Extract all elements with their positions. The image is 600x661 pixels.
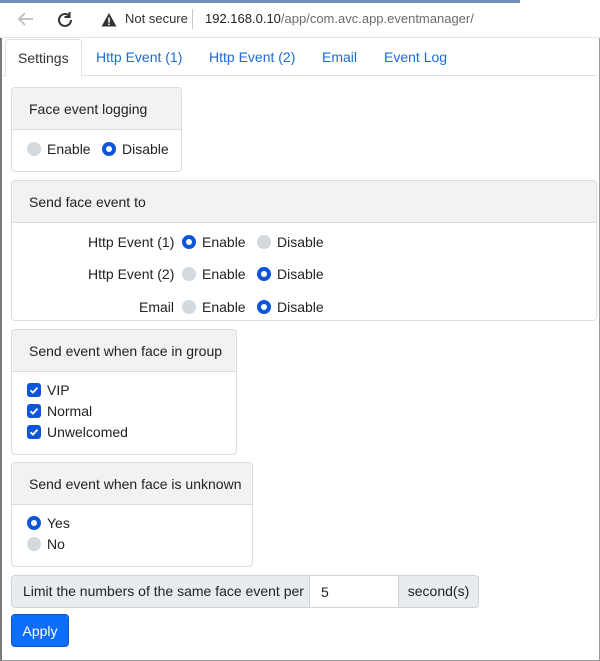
send-to-email-enable-radio[interactable] [182, 300, 196, 314]
face-group-card: Send event when face in group VIP Normal… [11, 329, 237, 455]
url-host: 192.168.0.10 [205, 11, 281, 26]
face-group-title: Send event when face in group [12, 330, 236, 372]
face-unknown-title: Send event when face is unknown [12, 463, 252, 505]
group-vip-label: VIP [47, 382, 70, 398]
group-normal-checkbox[interactable] [27, 404, 41, 418]
unknown-yes-label: Yes [47, 515, 70, 531]
send-to-email-disable-label: Disable [277, 299, 324, 315]
url-separator [192, 9, 193, 29]
send-to-http2-disable-radio[interactable] [257, 267, 271, 281]
tab-email[interactable]: Email [310, 39, 369, 76]
group-unwelcomed-label: Unwelcomed [47, 424, 128, 440]
group-vip-checkbox[interactable] [27, 383, 41, 397]
url-path: /app/com.avc.app.eventmanager/ [280, 11, 474, 26]
face-logging-enable-radio[interactable] [27, 142, 41, 156]
tab-event-log[interactable]: Event Log [372, 39, 459, 76]
send-to-http1-label: Http Event (1) [88, 234, 175, 250]
warning-icon[interactable] [101, 12, 117, 28]
address-bar[interactable]: 192.168.0.10/app/com.avc.app.eventmanage… [205, 11, 474, 26]
limit-label: Limit the numbers of the same face event… [11, 575, 310, 608]
group-unwelcomed-checkbox[interactable] [27, 425, 41, 439]
back-arrow-icon[interactable] [16, 9, 36, 29]
limit-unit: second(s) [398, 575, 479, 608]
send-to-http2-enable-radio[interactable] [182, 267, 196, 281]
face-logging-enable-label: Enable [47, 141, 91, 157]
send-to-email-disable-radio[interactable] [257, 300, 271, 314]
send-to-http2-label: Http Event (2) [88, 266, 175, 282]
send-to-email-label: Email [139, 299, 175, 315]
tab-http-event-2[interactable]: Http Event (2) [197, 39, 307, 76]
tab-bar: Settings Http Event (1) Http Event (2) E… [3, 39, 597, 77]
send-to-http1-disable-radio[interactable] [257, 235, 271, 249]
window-title-strip [0, 0, 520, 3]
browser-toolbar: Not secure 192.168.0.10/app/com.avc.app.… [0, 0, 600, 38]
tab-http-event-1[interactable]: Http Event (1) [84, 39, 194, 76]
unknown-no-label: No [47, 536, 65, 552]
send-to-card: Send face event to Http Event (1) Enable… [11, 180, 597, 321]
face-logging-title: Face event logging [12, 88, 181, 130]
face-logging-card: Face event logging Enable Disable [11, 87, 182, 172]
send-to-email-enable-label: Enable [202, 299, 246, 315]
tab-settings[interactable]: Settings [5, 39, 82, 77]
unknown-no-radio[interactable] [27, 537, 41, 551]
face-unknown-card: Send event when face is unknown Yes No [11, 462, 253, 567]
reload-icon[interactable] [54, 9, 76, 31]
send-to-http2-disable-label: Disable [277, 266, 324, 282]
security-status[interactable]: Not secure [125, 11, 188, 26]
face-logging-disable-radio[interactable] [102, 142, 116, 156]
group-normal-label: Normal [47, 403, 93, 419]
apply-button[interactable]: Apply [11, 614, 69, 647]
face-logging-disable-label: Disable [122, 141, 169, 157]
send-to-http1-enable-label: Enable [202, 234, 246, 250]
send-to-http1-disable-label: Disable [277, 234, 324, 250]
limit-seconds-input[interactable] [309, 575, 399, 608]
send-to-http2-enable-label: Enable [202, 266, 246, 282]
unknown-yes-radio[interactable] [27, 516, 41, 530]
send-to-http1-enable-radio[interactable] [182, 235, 196, 249]
send-to-title: Send face event to [12, 181, 596, 223]
